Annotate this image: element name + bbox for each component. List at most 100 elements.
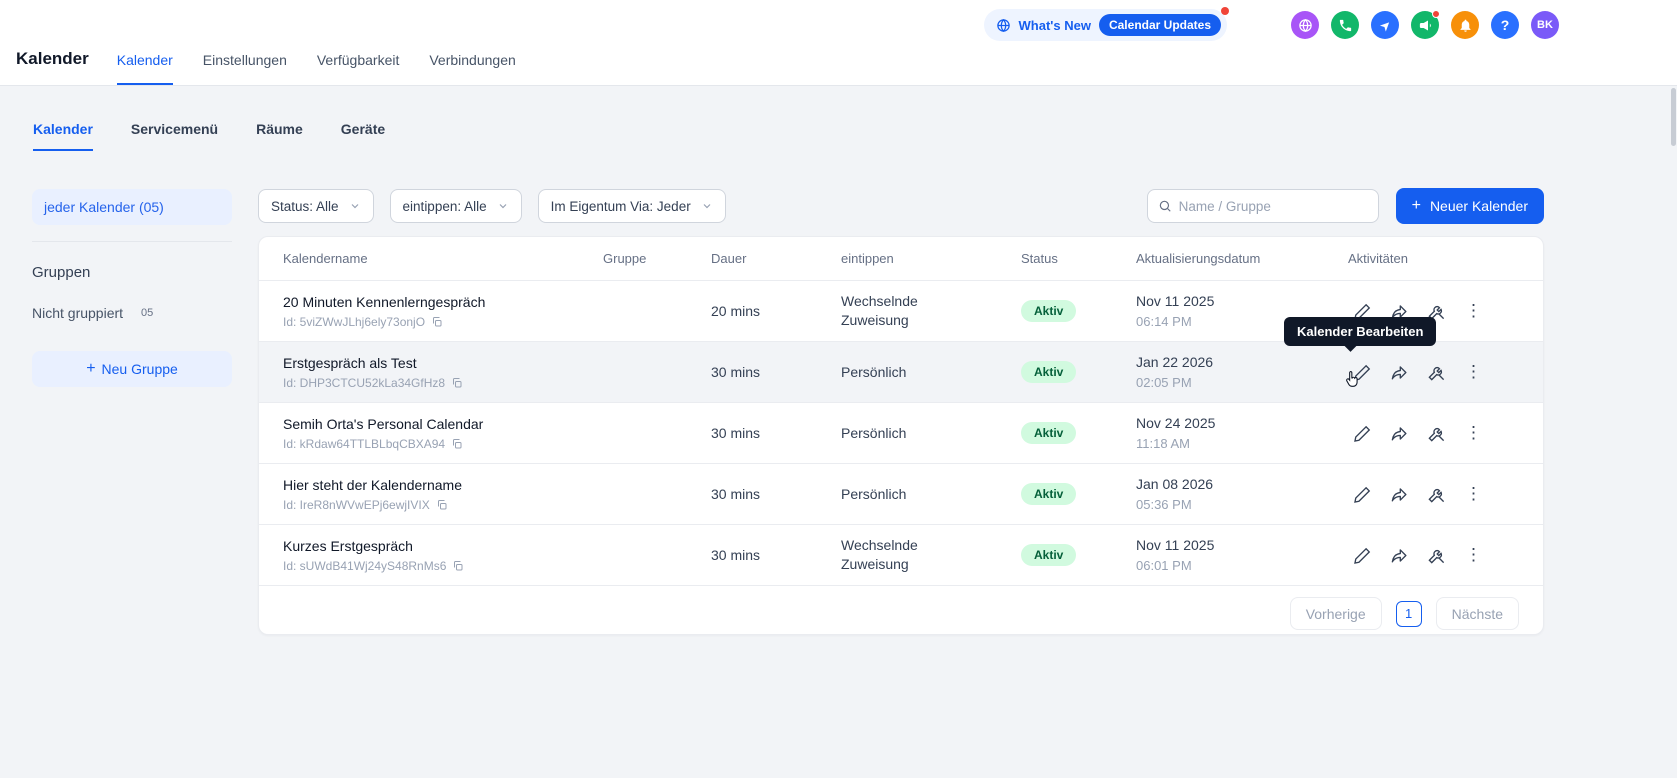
status-badge: Aktiv <box>1021 361 1077 383</box>
avatar[interactable]: BK <box>1531 11 1559 39</box>
ungrouped-count-badge: 05 <box>133 305 162 321</box>
type-cell: Persönlich <box>841 363 907 380</box>
duration-cell: 30 mins <box>711 364 761 380</box>
edit-button[interactable] <box>1352 484 1373 505</box>
new-group-label: Neu Gruppe <box>101 361 178 377</box>
more-options-button[interactable]: ⋮ <box>1463 484 1484 505</box>
col-gruppe: Gruppe <box>603 251 647 266</box>
owned-by-filter-label: Im Eigentum Via: Jeder <box>550 198 691 214</box>
bell-icon <box>1460 19 1470 32</box>
owned-by-filter-dropdown[interactable]: Im Eigentum Via: Jeder <box>537 189 726 223</box>
help-button[interactable]: ? <box>1491 11 1519 39</box>
rocket-icon: ➤ <box>1375 15 1395 35</box>
tab-einstellungen[interactable]: Einstellungen <box>203 52 287 85</box>
tools-icon <box>1428 366 1445 381</box>
updated-time: 02:05 PM <box>1136 375 1192 390</box>
type-cell: Persönlich <box>841 424 907 441</box>
language-button[interactable] <box>1291 11 1319 39</box>
pagination: Vorherige 1 Nächste <box>259 586 1543 641</box>
announcements-button[interactable] <box>1411 10 1440 39</box>
edit-button[interactable] <box>1352 423 1373 444</box>
col-eintippen: eintippen <box>841 251 894 266</box>
calendar-id-text: Id: DHP3CTCU52kLa34GfHz8 <box>283 375 446 390</box>
new-calendar-button[interactable]: + Neuer Kalender <box>1395 188 1544 224</box>
table-row[interactable]: Kurzes Erstgespräch Id: sUWdB41Wj24yS48R… <box>259 525 1543 586</box>
more-options-button[interactable]: ⋮ <box>1463 423 1484 444</box>
tab-verfuegbarkeit[interactable]: Verfügbarkeit <box>317 52 400 85</box>
previous-page-button[interactable]: Vorherige <box>1289 597 1382 630</box>
filters-row: Status: Alle eintippen: Alle Im Eigentum… <box>258 188 1544 224</box>
sidebar-item-all-calendars[interactable]: jeder Kalender (05) <box>32 189 232 225</box>
more-options-button[interactable]: ⋮ <box>1463 301 1484 322</box>
copy-icon[interactable] <box>436 499 448 511</box>
subtab-geraete[interactable]: Geräte <box>341 121 385 151</box>
table-row[interactable]: Hier steht der Kalendername Id: IreR8nWV… <box>259 464 1543 525</box>
tools-button[interactable] <box>1426 545 1447 566</box>
page-number[interactable]: 1 <box>1395 600 1422 627</box>
megaphone-icon <box>1419 20 1431 30</box>
edit-button[interactable] <box>1352 545 1373 566</box>
table-row[interactable]: Semih Orta's Personal Calendar Id: kRdaw… <box>259 403 1543 464</box>
type-filter-dropdown[interactable]: eintippen: Alle <box>389 189 522 223</box>
duration-cell: 30 mins <box>711 547 761 563</box>
status-badge: Aktiv <box>1021 422 1077 444</box>
search-input[interactable] <box>1178 198 1368 214</box>
cursor-pointer-icon <box>1346 370 1358 387</box>
sub-tabs: Kalender Servicemenü Räume Geräte <box>33 121 385 151</box>
new-calendar-label: Neuer Kalender <box>1429 198 1528 214</box>
translate-icon <box>996 18 1010 32</box>
plus-icon: + <box>86 360 96 377</box>
table-header-row: Kalendername Gruppe Dauer eintippen Stat… <box>259 237 1543 281</box>
tab-kalender[interactable]: Kalender <box>116 52 173 85</box>
tools-button[interactable] <box>1426 484 1447 505</box>
col-aktualisierungsdatum: Aktualisierungsdatum <box>1136 251 1261 266</box>
share-button[interactable] <box>1389 545 1410 566</box>
page-header: Kalender Kalender Einstellungen Verfügba… <box>16 49 516 85</box>
col-kalendername: Kalendername <box>283 251 368 266</box>
status-badge: Aktiv <box>1021 544 1077 566</box>
subtab-raeume[interactable]: Räume <box>256 121 303 151</box>
share-icon <box>1391 426 1407 441</box>
tools-button[interactable] <box>1426 362 1447 383</box>
main-tabs: Kalender Einstellungen Verfügbarkeit Ver… <box>116 52 516 85</box>
tools-button[interactable] <box>1426 423 1447 444</box>
subtab-servicemenue[interactable]: Servicemenü <box>131 121 218 151</box>
sidebar-item-ungrouped[interactable]: Nicht gruppiert 05 <box>32 305 232 321</box>
whats-new-label: What's New <box>1018 17 1091 33</box>
top-bar: What's New Calendar Updates ➤ ? BK Kalen… <box>0 0 1677 86</box>
calendar-updates-badge[interactable]: Calendar Updates <box>1098 14 1221 36</box>
row-actions: ⋮ <box>1348 484 1519 505</box>
new-group-button[interactable]: + Neu Gruppe <box>32 351 232 387</box>
share-button[interactable] <box>1389 484 1410 505</box>
avatar-initials: BK <box>1537 19 1553 31</box>
search-box <box>1146 189 1379 223</box>
calendar-id: Id: IreR8nWVwEPj6ewjIVIX <box>283 498 603 512</box>
row-actions: ⋮ <box>1348 423 1519 444</box>
share-icon <box>1391 365 1407 380</box>
calendars-table: Kalendername Gruppe Dauer eintippen Stat… <box>258 236 1544 635</box>
calendar-id: Id: 5viZWwJLhj6ely73onjO <box>283 315 603 329</box>
tools-icon <box>1428 549 1445 564</box>
whats-new-button[interactable]: What's New Calendar Updates <box>983 7 1229 41</box>
status-filter-dropdown[interactable]: Status: Alle <box>258 189 374 223</box>
share-button[interactable] <box>1389 362 1410 383</box>
share-button[interactable] <box>1389 423 1410 444</box>
phone-button[interactable] <box>1331 11 1359 39</box>
pencil-icon <box>1354 547 1371 564</box>
copy-icon[interactable] <box>451 377 463 389</box>
chevron-down-icon <box>703 204 711 209</box>
scrollbar-thumb[interactable] <box>1671 88 1676 146</box>
more-options-button[interactable]: ⋮ <box>1463 545 1484 566</box>
tab-verbindungen[interactable]: Verbindungen <box>429 52 515 85</box>
more-options-button[interactable]: ⋮ <box>1463 362 1484 383</box>
notifications-button[interactable] <box>1451 11 1479 39</box>
pencil-icon <box>1354 425 1371 442</box>
calendar-id-text: Id: sUWdB41Wj24yS48RnMs6 <box>283 558 447 573</box>
rocket-button[interactable]: ➤ <box>1371 11 1399 39</box>
next-page-button[interactable]: Nächste <box>1435 597 1519 630</box>
calendar-id-text: Id: kRdaw64TTLBLbqCBXA94 <box>283 436 446 451</box>
copy-icon[interactable] <box>451 438 463 450</box>
copy-icon[interactable] <box>452 560 464 572</box>
subtab-kalender[interactable]: Kalender <box>33 121 93 151</box>
copy-icon[interactable] <box>431 316 443 328</box>
